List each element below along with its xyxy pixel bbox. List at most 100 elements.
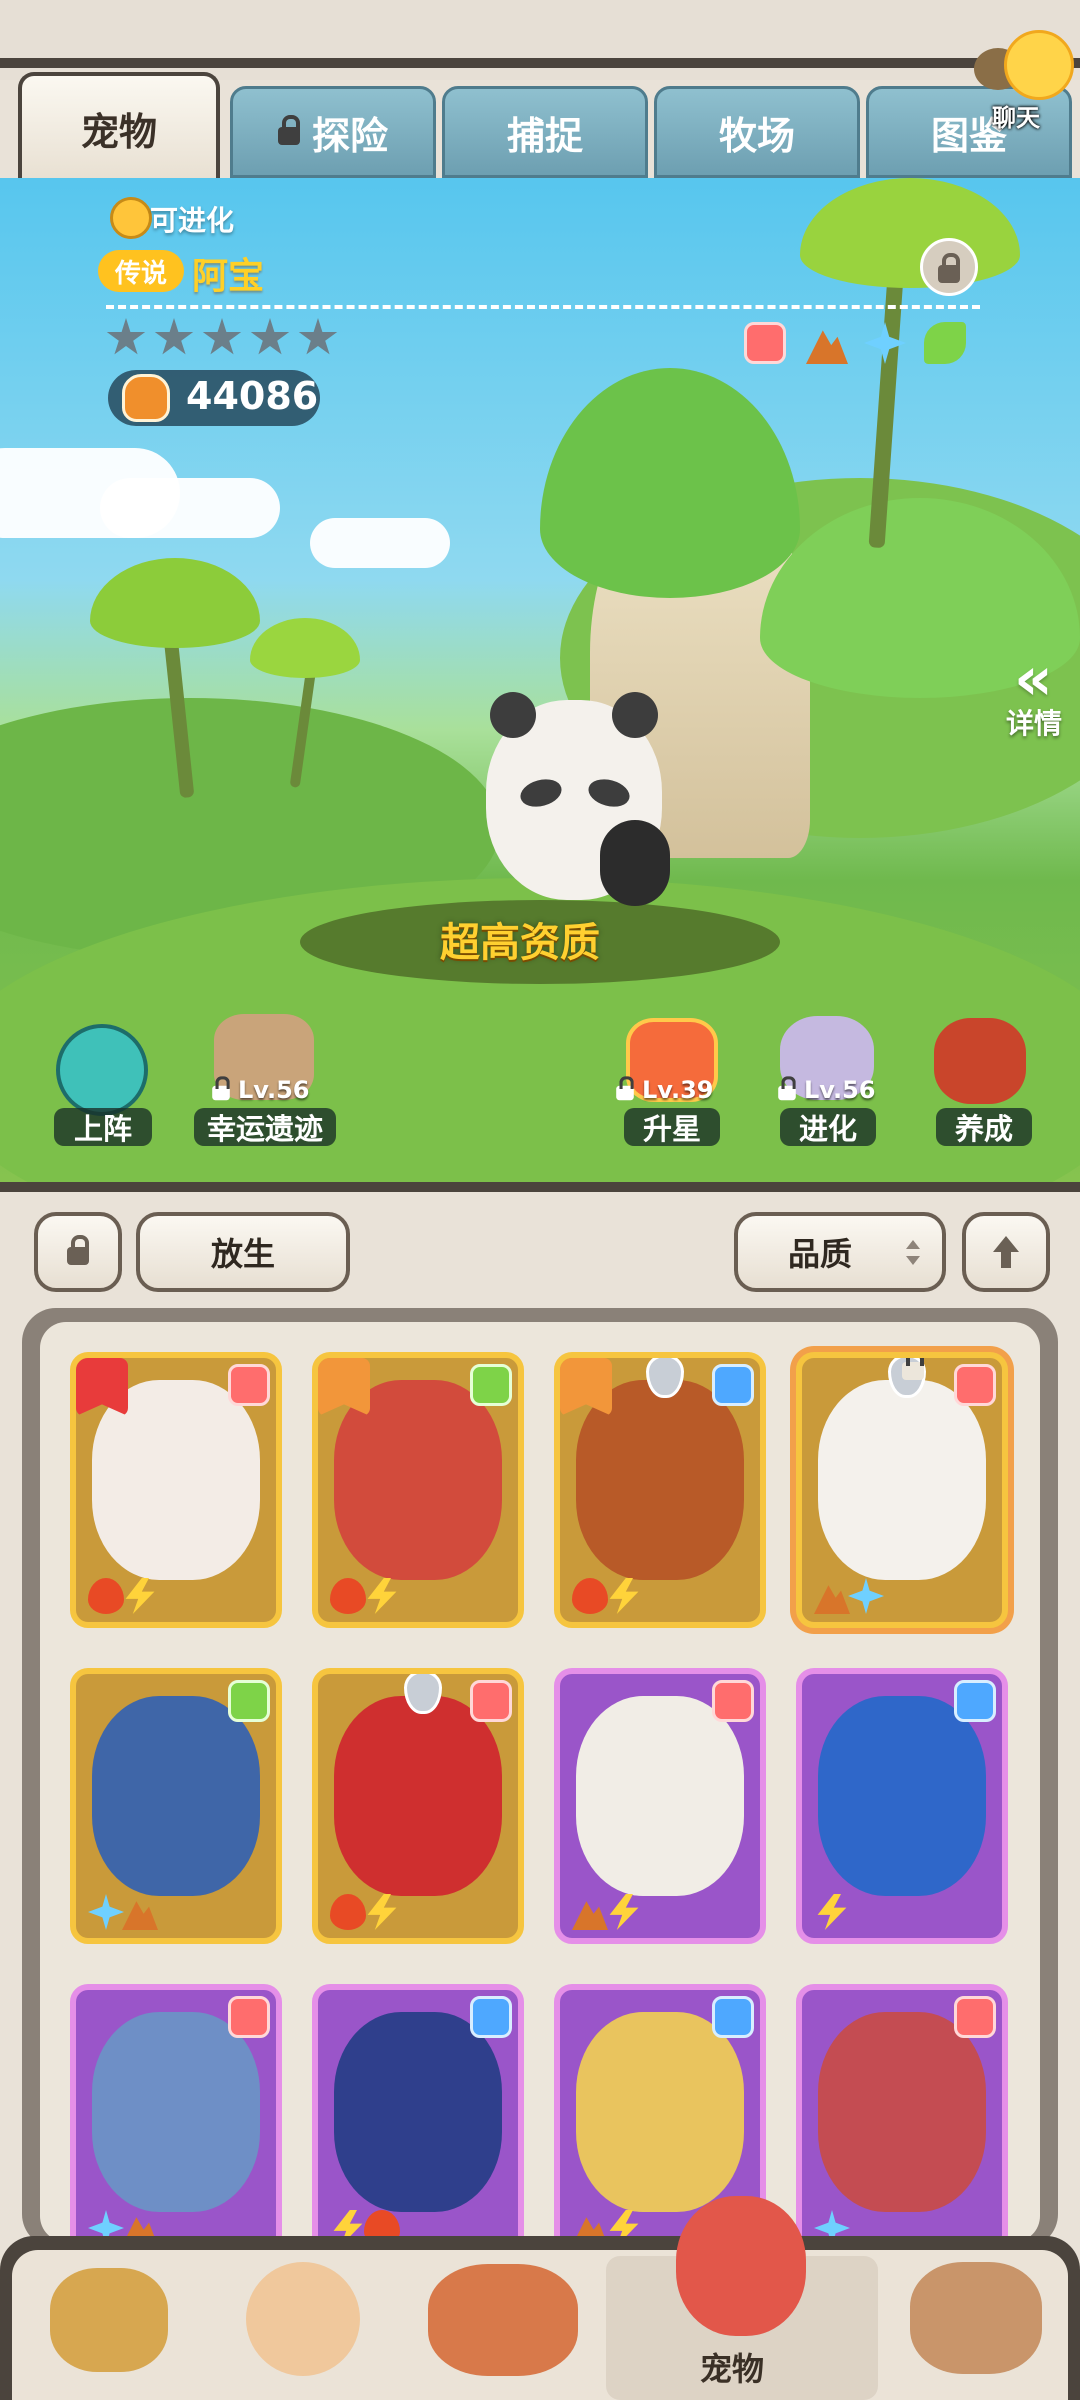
nurture-button[interactable]: 养成 [936, 1108, 1032, 1146]
deploy-button[interactable]: 上阵 [54, 1108, 152, 1146]
top-strip [0, 0, 1080, 80]
earth-element-icon [122, 1901, 158, 1930]
ice-element-icon [88, 1894, 124, 1930]
red-trait-badge-icon [712, 1680, 754, 1722]
pet-portrait [334, 2012, 502, 2212]
nav-label-pets[interactable]: 宠物 [700, 2344, 764, 2390]
trainer-icon[interactable] [246, 2262, 360, 2376]
earth-element-icon [572, 1901, 608, 1930]
detail-label[interactable]: 详情 [1006, 702, 1062, 742]
blue-trait-badge-icon [470, 1996, 512, 2038]
dashed-divider [106, 305, 980, 309]
team-tag-icon [76, 1358, 128, 1416]
bolt-element-icon [609, 1578, 639, 1614]
bolt-element-icon [125, 1578, 155, 1614]
tab-explore[interactable]: 探险 [230, 86, 436, 178]
pet-card[interactable] [312, 1668, 524, 1944]
totem-icon[interactable] [428, 2264, 578, 2376]
evolve-level: Lv.56 [776, 1076, 876, 1104]
lock-icon [277, 115, 300, 145]
panda-arm [600, 820, 670, 906]
fire-element-icon [88, 1578, 124, 1614]
pet-card[interactable] [554, 1352, 766, 1628]
sort-quality-dropdown[interactable]: 品质 [734, 1212, 946, 1292]
pet-portrait [334, 1696, 502, 1896]
lock-icon [938, 253, 960, 283]
pet-portrait [818, 1380, 986, 1580]
pet-dino-icon[interactable] [676, 2196, 806, 2336]
power-value: 44086 [186, 374, 319, 418]
fire-element-icon [330, 1894, 366, 1930]
straw-hut-icon[interactable] [50, 2268, 168, 2372]
star-up-button[interactable]: 升星 [624, 1108, 720, 1146]
pet-card[interactable] [796, 1984, 1008, 2260]
ice-element-icon [848, 1578, 884, 1614]
relic-level: Lv.56 [210, 1076, 310, 1104]
pet-portrait [818, 2012, 986, 2212]
red-trait-badge-icon [470, 1680, 512, 1722]
bolt-element-icon [817, 1894, 847, 1930]
lock-icon [67, 1235, 89, 1265]
tab-ranch[interactable]: 牧场 [654, 86, 860, 178]
lock-icon [212, 1076, 230, 1101]
bulk-lock-button[interactable] [34, 1212, 122, 1292]
pet-portrait [818, 1696, 986, 1896]
paw-red-icon [744, 322, 786, 364]
quality-label: 超高资质 [440, 920, 600, 966]
red-trait-badge-icon [954, 1996, 996, 2038]
fire-element-icon [330, 1578, 366, 1614]
star-up-level: Lv.39 [614, 1076, 714, 1104]
bolt-element-icon [367, 1894, 397, 1930]
chat-label[interactable]: 聊天 [992, 98, 1040, 133]
evolvable-label: 可进化 [150, 204, 235, 237]
red-trait-badge-icon [228, 1364, 270, 1406]
pet-portrait [576, 2012, 744, 2212]
bolt-element-icon [367, 1578, 397, 1614]
pet-portrait [576, 1696, 744, 1896]
leaf-icon [924, 322, 966, 364]
bolt-element-icon [609, 1894, 639, 1930]
lock-icon [616, 1076, 634, 1101]
arrow-up-icon [993, 1236, 1019, 1268]
rarity-badge: 传说 [98, 250, 184, 292]
evolvable-shield-icon [110, 197, 152, 239]
lock-icon [778, 1076, 796, 1101]
pet-name: 阿宝 [192, 256, 265, 297]
nurture-icon[interactable] [934, 1018, 1026, 1104]
release-button[interactable]: 放生 [136, 1212, 350, 1292]
section-divider [0, 1182, 1080, 1192]
pet-portrait [92, 1696, 260, 1896]
pet-card[interactable] [554, 1668, 766, 1944]
blue-trait-badge-icon [954, 1680, 996, 1722]
blue-trait-badge-icon [712, 1364, 754, 1406]
chat-face-icon[interactable] [1004, 30, 1074, 100]
pet-card[interactable] [70, 1984, 282, 2260]
pet-card[interactable] [796, 1668, 1008, 1944]
fire-element-icon [572, 1578, 608, 1614]
team-tag-icon [318, 1358, 370, 1416]
deploy-icon[interactable] [56, 1024, 148, 1116]
pet-scene [0, 178, 1080, 1182]
lock-icon [902, 1358, 924, 1380]
pet-card[interactable] [312, 1352, 524, 1628]
pet-card[interactable] [70, 1668, 282, 1944]
paw-power-icon [122, 374, 170, 422]
red-trait-badge-icon [954, 1364, 996, 1406]
team-tag-icon [560, 1358, 612, 1416]
pet-card[interactable] [796, 1352, 1008, 1628]
green-trait-badge-icon [228, 1680, 270, 1722]
pet-card[interactable] [312, 1984, 524, 2260]
evolve-button[interactable]: 进化 [780, 1108, 876, 1146]
pet-portrait [92, 2012, 260, 2212]
green-trait-badge-icon [470, 1364, 512, 1406]
tab-capture[interactable]: 捕捉 [442, 86, 648, 178]
red-trait-badge-icon [228, 1996, 270, 2038]
tab-pets[interactable]: 宠物 [18, 72, 220, 180]
pet-card[interactable] [70, 1352, 282, 1628]
sort-direction-button[interactable] [962, 1212, 1050, 1292]
pet-lock-button[interactable] [920, 238, 978, 296]
blue-trait-badge-icon [712, 1996, 754, 2038]
mask-house-icon[interactable] [910, 2262, 1042, 2374]
earth-element-icon [814, 1585, 850, 1614]
lucky-relic-button[interactable]: 幸运遗迹 [194, 1108, 336, 1146]
